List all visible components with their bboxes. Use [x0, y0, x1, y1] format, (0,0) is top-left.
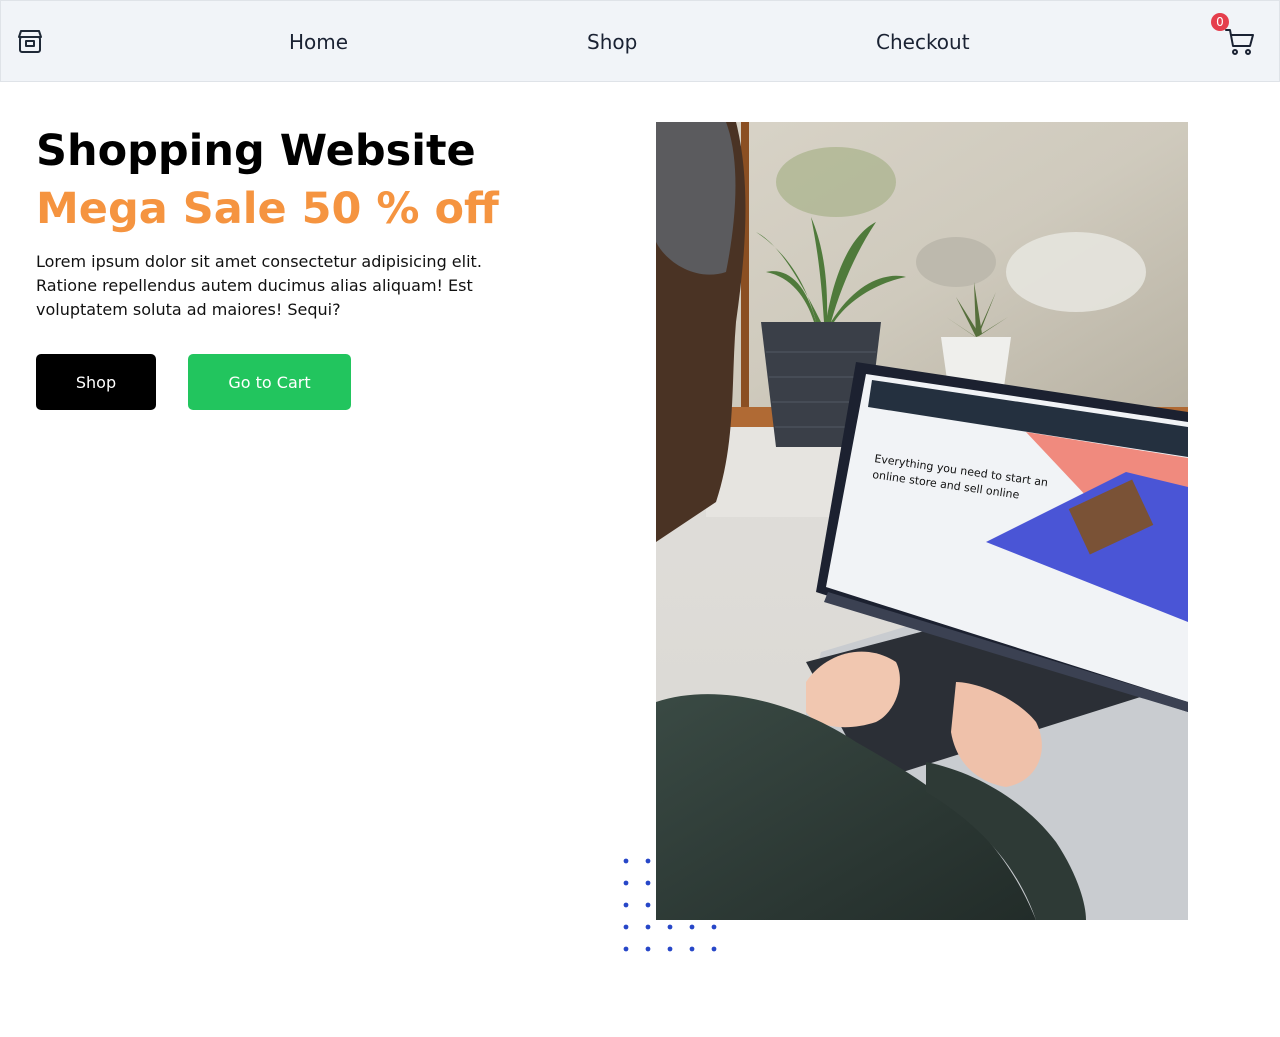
cart-count-badge: 0 [1211, 13, 1229, 31]
navbar: Home Shop Checkout 0 [0, 0, 1280, 82]
nav-checkout-link[interactable]: Checkout [876, 30, 970, 54]
store-icon[interactable] [16, 28, 44, 56]
shop-button[interactable]: Shop [36, 354, 156, 410]
hero-sale-text: Mega Sale 50 % off [36, 184, 499, 234]
go-to-cart-button[interactable]: Go to Cart [188, 354, 351, 410]
hero-title: Shopping Website [36, 126, 476, 176]
nav-shop-link[interactable]: Shop [587, 30, 637, 54]
nav-home-link[interactable]: Home [289, 30, 348, 54]
cart-icon[interactable] [1223, 25, 1257, 59]
hero-image: Everything you need to start an online s… [656, 122, 1188, 920]
hero-description: Lorem ipsum dolor sit amet consectetur a… [36, 252, 482, 319]
